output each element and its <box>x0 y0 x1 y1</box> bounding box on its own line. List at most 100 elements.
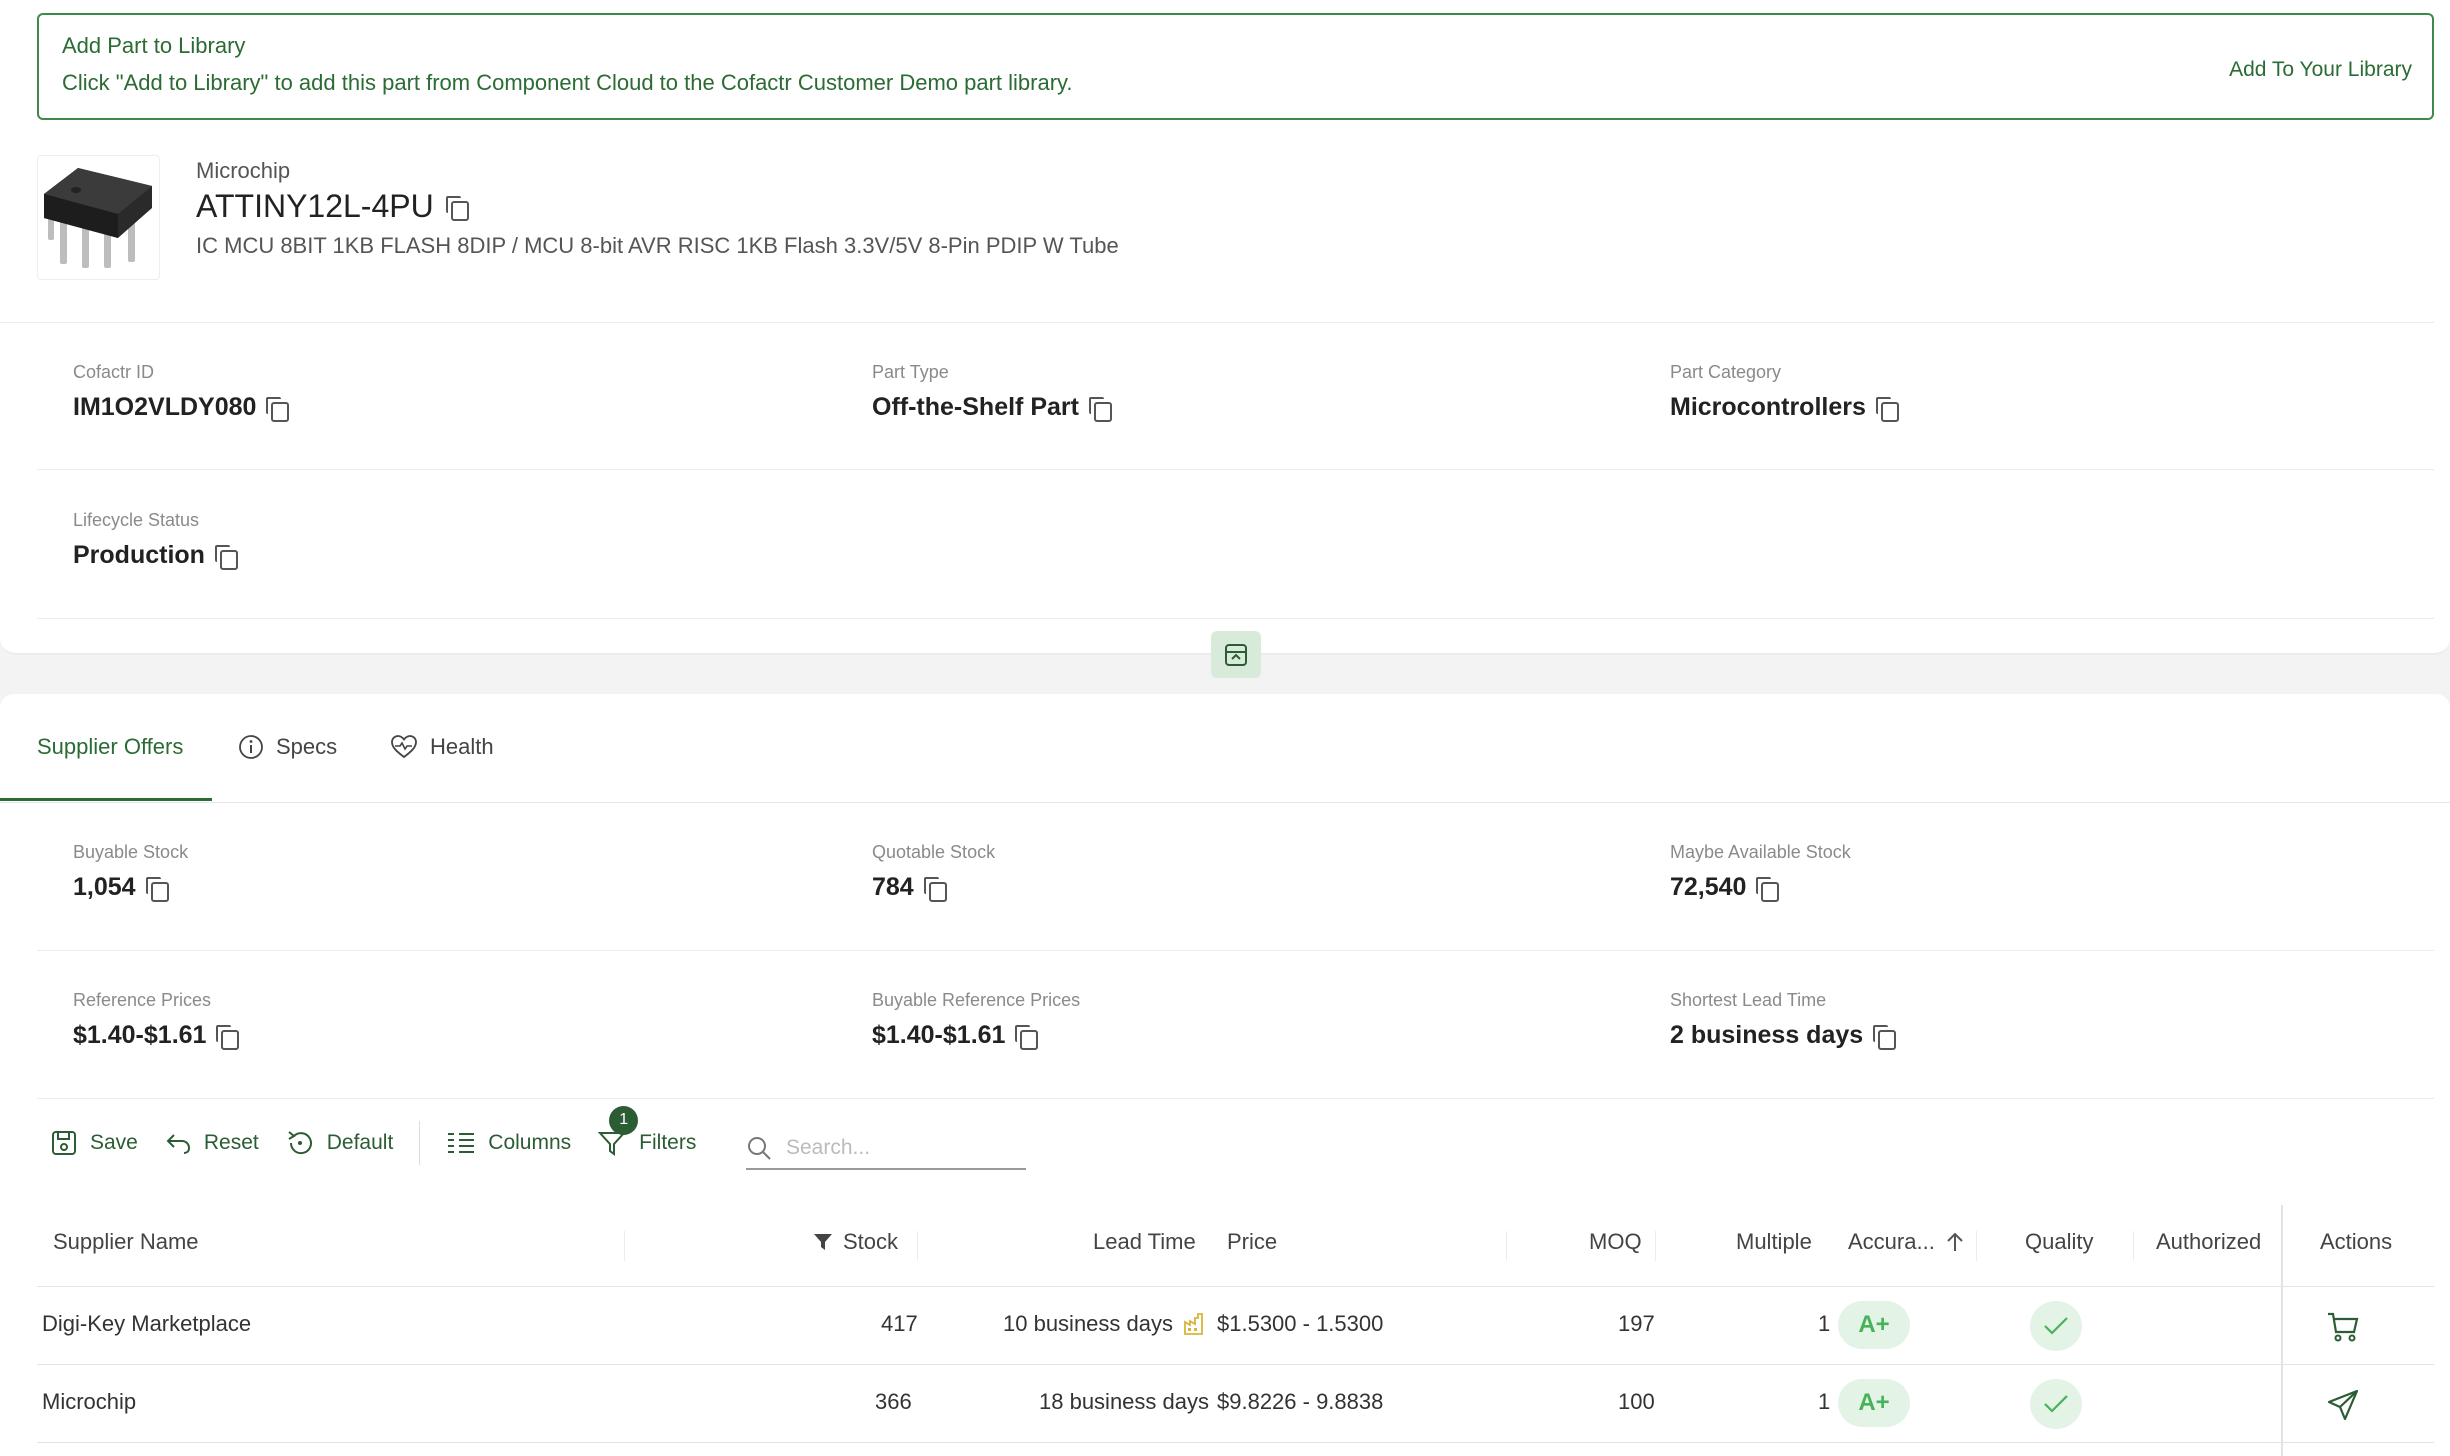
stat-value: 72,540 <box>1670 873 1747 901</box>
column-header-stock[interactable]: Stock <box>813 1229 898 1255</box>
header-label: Stock <box>843 1229 899 1254</box>
filter-active-icon <box>814 1234 832 1250</box>
columns-button[interactable]: Columns <box>446 1130 571 1156</box>
divider <box>37 950 2434 951</box>
column-header-lead-time[interactable]: Lead Time <box>1093 1229 1196 1255</box>
header-label: Multiple <box>1736 1229 1812 1254</box>
copy-icon[interactable] <box>1756 876 1780 902</box>
filters-button[interactable]: 1 Filters <box>597 1105 696 1158</box>
price-cell: $9.8226 - 9.8838 <box>1217 1389 1384 1414</box>
stat-value: 2 business days <box>1670 1021 1864 1049</box>
column-header-quality[interactable]: Quality <box>2025 1229 2093 1255</box>
copy-icon[interactable] <box>266 396 290 422</box>
copy-icon[interactable] <box>1015 1024 1039 1050</box>
stat-label: Maybe Available Stock <box>1670 842 1851 862</box>
field-label: Part Type <box>872 362 949 382</box>
save-view-button[interactable]: Save <box>50 1129 138 1157</box>
column-separator[interactable] <box>917 1231 918 1261</box>
column-separator[interactable] <box>1655 1231 1656 1261</box>
send-icon[interactable] <box>2321 1383 2365 1427</box>
column-header-moq[interactable]: MOQ <box>1589 1229 1642 1255</box>
add-to-library-banner: Add Part to Library Click "Add to Librar… <box>37 13 2434 120</box>
part-type-field: Part Type Off-the-Shelf Part <box>872 362 1112 422</box>
column-separator[interactable] <box>624 1231 625 1261</box>
buyable-stock-stat: Buyable Stock 1,054 <box>73 842 188 902</box>
supplier-name-cell[interactable]: Digi-Key Marketplace <box>42 1311 251 1337</box>
save-label: Save <box>90 1130 138 1154</box>
collapse-panel-button[interactable] <box>1211 631 1261 678</box>
quality-check-icon <box>2030 1301 2082 1351</box>
add-to-library-button[interactable]: Add To Your Library <box>2229 58 2412 82</box>
copy-icon[interactable] <box>923 876 947 902</box>
field-value: Microcontrollers <box>1670 393 1866 421</box>
stat-label: Reference Prices <box>73 990 212 1010</box>
search-box <box>746 1128 1026 1170</box>
part-number-text: ATTINY12L-4PU <box>196 188 434 224</box>
stat-label: Buyable Stock <box>73 842 189 862</box>
part-description: IC MCU 8BIT 1KB FLASH 8DIP / MCU 8-bit A… <box>196 233 1119 258</box>
lead-time-cell: 10 business days <box>1003 1311 1205 1337</box>
column-separator[interactable] <box>1506 1231 1507 1261</box>
accuracy-grade-badge: A+ <box>1838 1379 1910 1427</box>
multiple-cell: 1 <box>1818 1311 1831 1336</box>
tab-supplier-offers[interactable]: Supplier Offers <box>37 734 183 760</box>
grid-toolbar: Save Reset Default Columns 1 Filters <box>50 1105 722 1165</box>
search-input[interactable] <box>786 1136 1006 1160</box>
part-image <box>37 155 160 280</box>
table-row[interactable]: Microchip 366 18 business days $9.8226 -… <box>37 1365 2434 1443</box>
copy-icon[interactable] <box>1873 1024 1897 1050</box>
copy-icon[interactable] <box>1088 396 1112 422</box>
undo-icon <box>166 1133 190 1154</box>
column-header-multiple[interactable]: Multiple <box>1736 1229 1812 1255</box>
table-row[interactable]: Digi-Key Marketplace 417 10 business day… <box>37 1287 2434 1365</box>
header-label: Authorized <box>2156 1229 2262 1254</box>
toolbar-divider <box>419 1120 421 1165</box>
field-value: Off-the-Shelf Part <box>872 393 1079 421</box>
copy-icon[interactable] <box>214 544 238 570</box>
cart-icon[interactable] <box>2321 1305 2365 1349</box>
search-icon <box>748 1137 771 1160</box>
tab-health[interactable]: Health <box>390 734 494 760</box>
factory-icon <box>1184 1313 1203 1335</box>
quotable-stock-stat: Quotable Stock 784 <box>872 842 995 902</box>
reset-view-button[interactable]: Reset <box>164 1129 259 1157</box>
header-label: Lead Time <box>1093 1229 1196 1254</box>
stat-label: Quotable Stock <box>872 842 996 862</box>
header-label: Accura... <box>1848 1229 1935 1254</box>
part-number: ATTINY12L-4PU <box>196 188 469 225</box>
column-header-accuracy[interactable]: Accura... <box>1848 1229 1965 1255</box>
info-icon <box>239 735 263 759</box>
table-header: Supplier Name Stock Lead Time Price MOQ … <box>37 1205 2434 1287</box>
banner-text: Click "Add to Library" to add this part … <box>62 70 1073 95</box>
tab-label: Health <box>430 734 494 759</box>
column-header-actions: Actions <box>2320 1229 2392 1255</box>
default-view-button[interactable]: Default <box>285 1128 393 1158</box>
tab-label: Supplier Offers <box>37 734 184 759</box>
copy-icon[interactable] <box>1875 396 1899 422</box>
tab-specs[interactable]: Specs <box>238 734 337 760</box>
divider <box>37 1098 2434 1099</box>
column-header-price[interactable]: Price <box>1227 1229 1277 1255</box>
column-header-authorized[interactable]: Authorized <box>2156 1229 2261 1255</box>
copy-icon[interactable] <box>145 876 169 902</box>
part-summary-panel: Add Part to Library Click "Add to Librar… <box>0 0 2450 655</box>
save-icon <box>52 1130 76 1155</box>
header-label: Supplier Name <box>53 1229 199 1254</box>
divider <box>0 322 2434 323</box>
column-separator[interactable] <box>2133 1231 2134 1261</box>
part-category-field: Part Category Microcontrollers <box>1670 362 1899 422</box>
buyable-reference-prices-stat: Buyable Reference Prices $1.40-$1.61 <box>872 990 1080 1050</box>
stock-cell: 366 <box>875 1389 912 1414</box>
cofactr-id-field: Cofactr ID IM1O2VLDY080 <box>73 362 290 422</box>
field-label: Part Category <box>1670 362 1782 382</box>
tab-label: Specs <box>276 734 338 759</box>
supplier-name-cell[interactable]: Microchip <box>42 1389 136 1415</box>
quality-check-icon <box>2030 1379 2082 1429</box>
stat-value: 1,054 <box>73 873 136 901</box>
sort-ascending-icon[interactable] <box>1945 1231 1965 1253</box>
copy-icon[interactable] <box>445 195 469 221</box>
stat-value: $1.40-$1.61 <box>73 1021 207 1049</box>
column-header-supplier[interactable]: Supplier Name <box>53 1229 199 1255</box>
copy-icon[interactable] <box>216 1024 240 1050</box>
column-separator[interactable] <box>1976 1231 1977 1261</box>
